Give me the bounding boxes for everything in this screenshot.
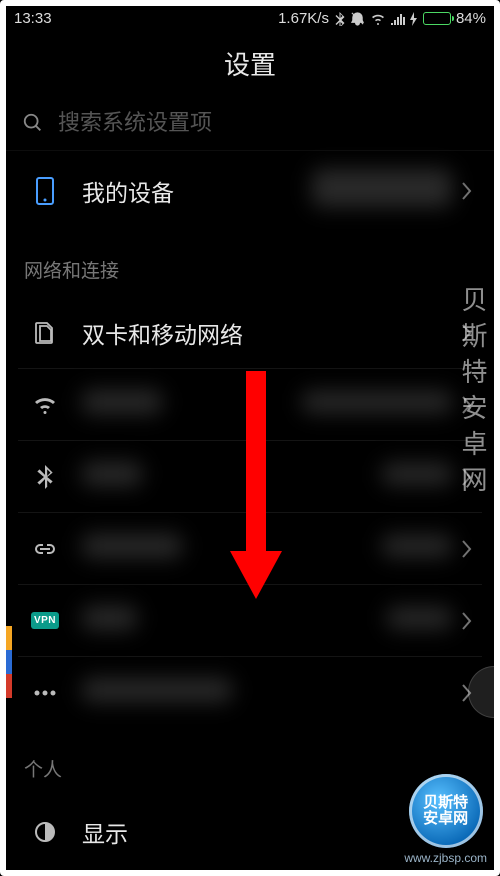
phone-icon (22, 177, 68, 205)
row-value (382, 463, 452, 490)
search-input[interactable] (58, 110, 478, 136)
brightness-icon (22, 821, 68, 843)
row-label (68, 606, 387, 636)
chevron-right-icon (452, 823, 474, 841)
search-icon (22, 112, 44, 134)
row-label: 我的设备 (68, 174, 312, 208)
wifi-icon (22, 396, 68, 414)
more-icon (22, 690, 68, 696)
page-title: 设置 (6, 31, 494, 100)
vpn-icon: VPN (22, 612, 68, 629)
chevron-right-icon (452, 612, 474, 630)
section-network: 网络和连接 (6, 230, 494, 297)
battery-icon (423, 12, 451, 25)
chevron-right-icon (452, 182, 474, 200)
chevron-right-icon (452, 540, 474, 558)
decoration (6, 650, 12, 674)
row-display[interactable]: 显示 (18, 796, 482, 868)
row-label (68, 534, 382, 564)
charging-icon (410, 12, 418, 26)
network-speed: 1.67K/s (278, 10, 329, 27)
bluetooth-icon (334, 12, 345, 26)
row-my-device[interactable]: 我的设备 (18, 151, 482, 230)
dnd-icon (350, 11, 365, 26)
battery-percent: 84% (456, 10, 486, 27)
chevron-right-icon (452, 396, 474, 414)
row-value (312, 169, 452, 212)
row-hotspot[interactable] (18, 513, 482, 585)
row-label (68, 462, 382, 492)
sim-icon (22, 321, 68, 345)
row-wlan[interactable] (18, 369, 482, 441)
row-label: 显示 (68, 815, 452, 849)
wifi-icon (370, 13, 386, 25)
decoration (6, 626, 12, 650)
row-more-connectivity[interactable] (18, 657, 482, 729)
link-icon (22, 542, 68, 556)
chevron-right-icon (452, 468, 474, 486)
status-bar: 13:33 1.67K/s 84% (6, 6, 494, 31)
row-label (68, 390, 302, 420)
row-label: 双卡和移动网络 (68, 316, 452, 350)
row-value (387, 607, 452, 634)
chevron-right-icon (452, 324, 474, 342)
row-sim-cards[interactable]: 双卡和移动网络 (18, 297, 482, 369)
row-value (382, 535, 452, 562)
search-bar[interactable] (6, 100, 494, 151)
row-value (302, 391, 452, 418)
row-vpn[interactable]: VPN (18, 585, 482, 657)
row-bluetooth[interactable] (18, 441, 482, 513)
section-personal: 个人 (6, 729, 494, 796)
status-time: 13:33 (14, 10, 52, 27)
decoration (6, 674, 12, 698)
status-right: 1.67K/s 84% (278, 10, 486, 27)
row-label (68, 678, 452, 708)
signal-icon (391, 13, 405, 25)
bluetooth-icon (22, 465, 68, 489)
